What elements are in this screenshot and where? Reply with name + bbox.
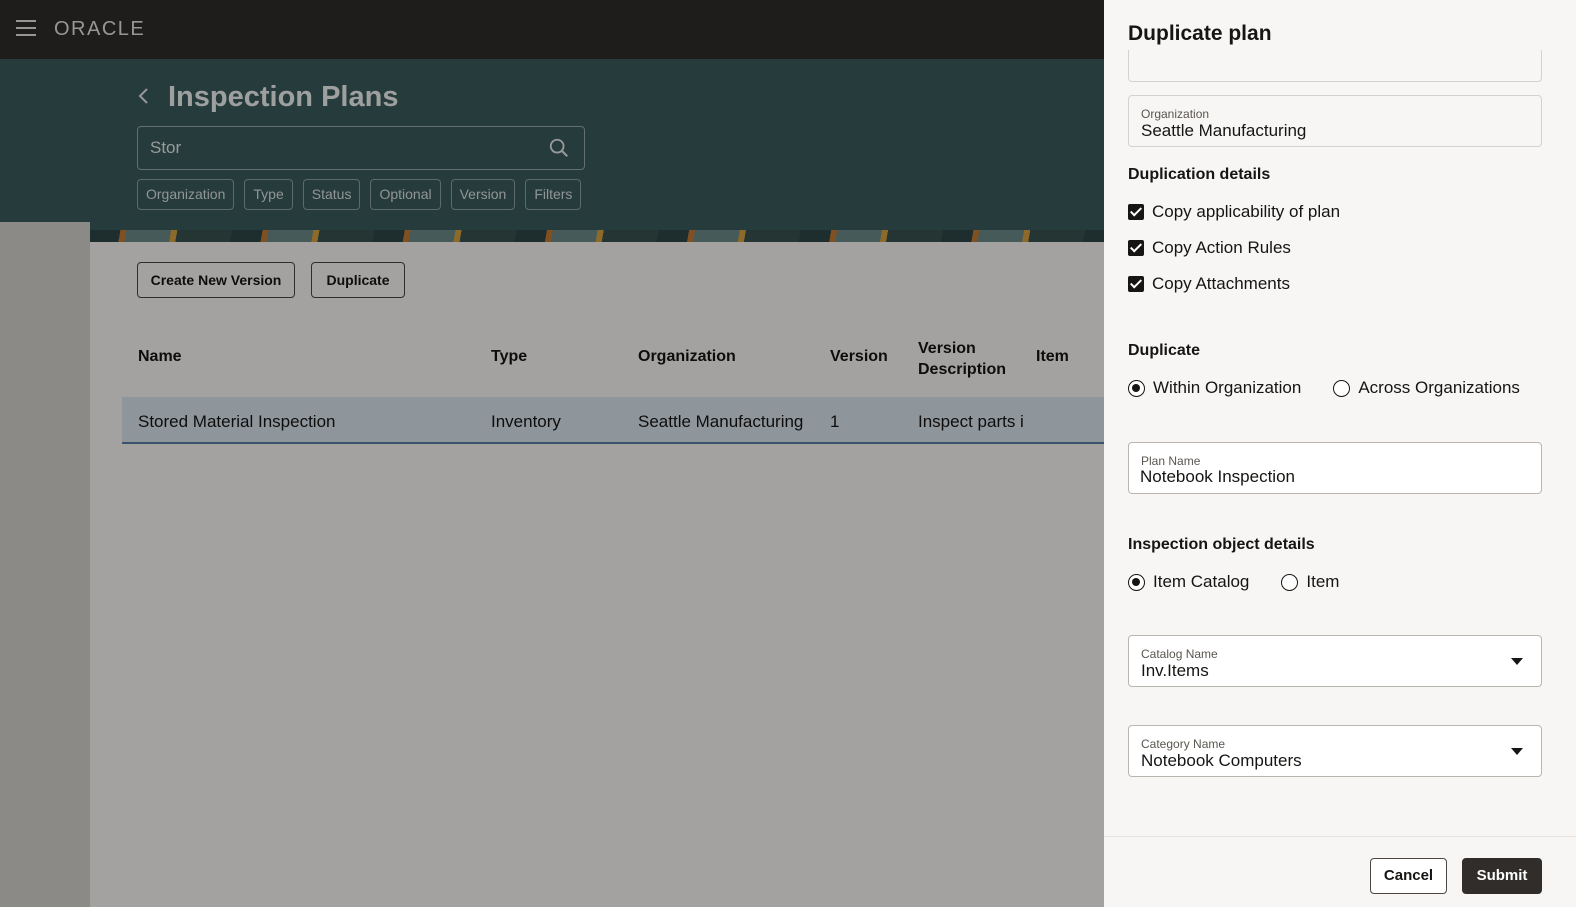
item-label: Item (1306, 572, 1340, 591)
catalog-name-label: Catalog Name (1141, 647, 1218, 661)
within-organization-label: Within Organization (1153, 378, 1302, 397)
copy-action-rules-label: Copy Action Rules (1152, 238, 1291, 257)
catalog-name-select[interactable]: Catalog Name Inv.Items (1128, 635, 1542, 687)
item-radio[interactable]: Item (1281, 572, 1339, 592)
duplicate-plan-drawer: Duplicate plan Organization Seattle Manu… (1104, 0, 1576, 907)
across-organizations-label: Across Organizations (1358, 378, 1520, 397)
inspection-object-heading: Inspection object details (1128, 536, 1315, 553)
chevron-down-icon[interactable] (1511, 658, 1523, 665)
copy-attachments-checkbox[interactable]: Copy Attachments (1128, 274, 1290, 294)
organization-field: Organization Seattle Manufacturing (1128, 95, 1542, 147)
item-catalog-radio[interactable]: Item Catalog (1128, 572, 1249, 592)
organization-label: Organization (1141, 107, 1210, 121)
chevron-down-icon[interactable] (1511, 748, 1523, 755)
plan-name-field[interactable]: Plan Name (1128, 442, 1542, 494)
copy-applicability-label: Copy applicability of plan (1152, 202, 1341, 221)
plan-name-input[interactable] (1140, 467, 1520, 487)
radio-selected-icon (1128, 379, 1145, 397)
checkbox-checked-icon (1128, 276, 1144, 292)
catalog-name-value: Inv.Items (1141, 661, 1209, 680)
within-organization-radio[interactable]: Within Organization (1128, 378, 1301, 398)
organization-value: Seattle Manufacturing (1141, 121, 1307, 140)
cancel-button[interactable]: Cancel (1370, 858, 1447, 894)
radio-unselected-icon (1281, 573, 1299, 591)
duplication-details-heading: Duplication details (1128, 166, 1271, 183)
inspection-object-radio-group: Item Catalog Item (1128, 572, 1371, 592)
category-name-value: Notebook Computers (1141, 751, 1302, 770)
item-catalog-label: Item Catalog (1153, 572, 1250, 591)
checkbox-checked-icon (1128, 240, 1144, 256)
across-organizations-radio[interactable]: Across Organizations (1333, 378, 1520, 398)
category-name-label: Category Name (1141, 737, 1226, 751)
radio-selected-icon (1128, 573, 1145, 591)
modal-overlay[interactable] (0, 0, 1104, 907)
plan-name-label: Plan Name (1141, 454, 1201, 468)
copy-action-rules-checkbox[interactable]: Copy Action Rules (1128, 238, 1291, 258)
drawer-title: Duplicate plan (1128, 22, 1272, 45)
copy-applicability-checkbox[interactable]: Copy applicability of plan (1128, 202, 1340, 222)
submit-button[interactable]: Submit (1462, 858, 1542, 894)
scrolled-field (1128, 50, 1542, 82)
duplicate-heading: Duplicate (1128, 342, 1201, 359)
checkbox-checked-icon (1128, 204, 1144, 220)
radio-unselected-icon (1333, 379, 1351, 397)
category-name-select[interactable]: Category Name Notebook Computers (1128, 725, 1542, 777)
duplicate-radio-group: Within Organization Across Organizations (1128, 378, 1552, 398)
drawer-footer: Cancel Submit (1104, 836, 1576, 907)
copy-attachments-label: Copy Attachments (1152, 274, 1290, 293)
